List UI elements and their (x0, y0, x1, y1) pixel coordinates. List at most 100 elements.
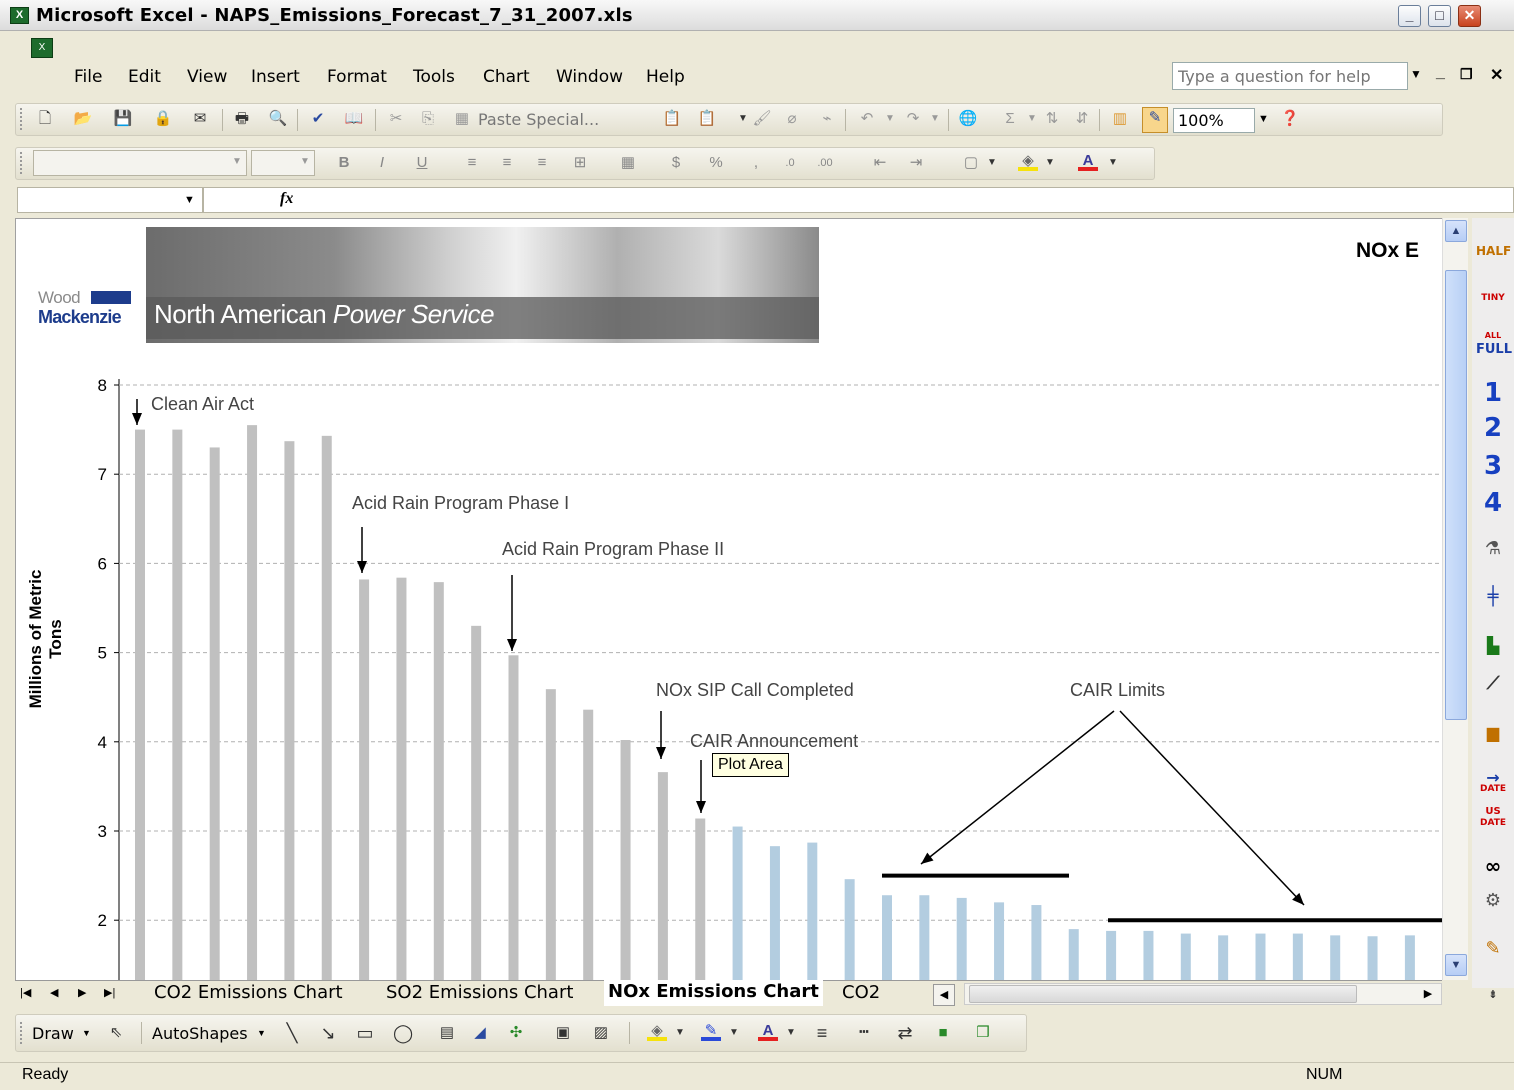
last-sheet-icon[interactable]: ▶| (104, 986, 115, 999)
tiny-button[interactable]: TINY (1476, 293, 1510, 303)
autosum-icon[interactable]: Σ (1000, 109, 1020, 129)
prev-sheet-icon[interactable]: ◀ (50, 986, 58, 999)
undo-icon[interactable]: ↶ (857, 109, 877, 129)
maximize-button[interactable]: □ (1428, 5, 1451, 27)
permission-icon[interactable]: 🔒 (153, 109, 173, 129)
workbook-restore-button[interactable]: ❐ (1460, 66, 1473, 83)
paste-special-icon[interactable]: ▦ (452, 109, 472, 129)
autoshapes-dropdown-icon[interactable]: ▼ (257, 1028, 266, 1038)
draw-menu-button[interactable]: Draw (32, 1024, 74, 1043)
rectangle-icon[interactable]: ▭ (355, 1023, 375, 1043)
select-objects-icon[interactable]: ⇖ (106, 1023, 126, 1043)
cut-icon[interactable]: ✂ (386, 109, 406, 129)
undo-dropdown-icon[interactable]: ▼ (880, 109, 900, 129)
copy-icon[interactable]: ⎘ (418, 109, 438, 129)
redo-dropdown-icon[interactable]: ▼ (925, 109, 945, 129)
line-style-icon[interactable]: ≡ (812, 1023, 832, 1043)
half-button[interactable]: HALF (1476, 244, 1511, 258)
arrow-style-icon[interactable]: ⇄ (895, 1023, 915, 1043)
toolbar-grip[interactable] (20, 108, 23, 130)
zoom-dropdown-icon[interactable]: ▼ (1258, 113, 1269, 125)
minimize-button[interactable]: _ (1398, 5, 1421, 27)
oval-icon[interactable]: ◯ (393, 1023, 413, 1043)
font-color-dropdown-icon[interactable]: ▼ (1103, 153, 1123, 173)
decrease-decimal-icon[interactable]: .00 (815, 153, 835, 173)
name-box-dropdown-icon[interactable]: ▼ (184, 194, 195, 206)
email-icon[interactable]: ✉ (190, 109, 210, 129)
fill-color-dropdown-icon[interactable]: ▼ (1040, 153, 1060, 173)
draw-fill-color-icon[interactable]: ◈ (647, 1021, 667, 1041)
menu-window[interactable]: Window (556, 67, 623, 87)
annotation-cair-limits[interactable]: CAIR Limits (1070, 680, 1165, 701)
view-1-button[interactable]: 1 (1476, 378, 1510, 408)
format-painter-icon[interactable]: 🖌 (752, 109, 772, 129)
column-chart-icon[interactable]: ▆ (1476, 723, 1510, 742)
font-name-select[interactable] (33, 150, 247, 176)
toolbar-grip[interactable] (20, 1022, 23, 1044)
menu-view[interactable]: View (187, 67, 227, 87)
horizontal-scroll-thumb[interactable] (969, 985, 1357, 1003)
save-icon[interactable]: 💾 (113, 109, 133, 129)
annotation-arp-phase1[interactable]: Acid Rain Program Phase I (352, 493, 569, 514)
dash-style-icon[interactable]: ┅ (854, 1023, 874, 1043)
menu-chart[interactable]: Chart (483, 67, 530, 87)
toolbar-grip[interactable] (20, 152, 23, 174)
horizontal-scrollbar[interactable]: ▶ (964, 983, 1442, 1005)
tab-co2-emissions-chart[interactable]: CO2 Emissions Chart (154, 981, 343, 1007)
open-icon[interactable]: 📂 (73, 109, 93, 129)
vertical-scrollbar[interactable]: ▲ ▼ (1442, 218, 1468, 980)
draw-font-color-icon[interactable]: A (758, 1021, 778, 1041)
gears-icon[interactable]: ⚙ (1476, 890, 1510, 911)
vertical-scroll-thumb[interactable] (1445, 270, 1467, 720)
merge-center-icon[interactable]: ⊞ (570, 153, 590, 173)
print-icon[interactable]: 🖶 (232, 109, 252, 129)
clear-icon[interactable]: ⌀ (782, 109, 802, 129)
line-icon[interactable]: ╲ (282, 1023, 302, 1043)
us-date-button[interactable]: DATE (1476, 818, 1510, 828)
fx-icon[interactable]: fx (280, 190, 293, 208)
first-sheet-icon[interactable]: |◀ (20, 986, 31, 999)
font-size-dropdown-icon[interactable]: ▼ (300, 156, 310, 167)
chart-wizard-icon[interactable]: ▥ (1110, 109, 1130, 129)
date-button[interactable]: DATE (1476, 784, 1510, 794)
help-search-input[interactable] (1172, 62, 1408, 90)
percent-icon[interactable]: % (706, 153, 726, 173)
link-icon[interactable]: ∞ (1476, 854, 1510, 878)
align-right-icon[interactable]: ≡ (532, 153, 552, 173)
workbook-minimize-button[interactable]: _ (1436, 64, 1445, 82)
zoom-input[interactable]: 100% (1173, 108, 1255, 133)
scroll-down-icon[interactable]: ▼ (1445, 954, 1467, 976)
annotation-cair-announcement[interactable]: CAIR Announcement (690, 731, 858, 752)
tab-nox-emissions-chart[interactable]: NOx Emissions Chart (604, 980, 823, 1006)
textbox-icon[interactable]: ▤ (437, 1023, 457, 1043)
italic-icon[interactable]: I (372, 153, 392, 173)
close-button[interactable]: ✕ (1458, 5, 1481, 27)
align-center-icon[interactable]: ≡ (497, 153, 517, 173)
align-left-icon[interactable]: ≡ (462, 153, 482, 173)
underline-icon[interactable]: U (412, 153, 432, 173)
sort-ascending-icon[interactable]: ⇅ (1042, 109, 1062, 129)
view-2-button[interactable]: 2 (1476, 413, 1510, 443)
view-3-button[interactable]: 3 (1476, 451, 1510, 481)
bold-icon[interactable]: B (334, 153, 354, 173)
bar-chart-icon[interactable]: ▙ (1476, 636, 1510, 655)
draw-dropdown-icon[interactable]: ▼ (82, 1028, 91, 1038)
paste-values-icon[interactable]: 📋 (662, 109, 682, 129)
chart-plot-area[interactable]: 2 3 4 5 6 7 8 (16, 219, 1442, 980)
research-icon[interactable]: 📖 (344, 109, 364, 129)
view-4-button[interactable]: 4 (1476, 488, 1510, 518)
clipart-icon[interactable]: ▣ (553, 1023, 573, 1043)
borders-icon[interactable]: ▢ (961, 153, 981, 173)
3d-icon[interactable]: ❒ (973, 1023, 993, 1043)
autosum-dropdown-icon[interactable]: ▼ (1022, 109, 1042, 129)
menu-file[interactable]: File (74, 67, 102, 87)
name-box[interactable] (17, 187, 203, 213)
menu-format[interactable]: Format (327, 67, 387, 87)
diagram-icon[interactable]: ✣ (506, 1023, 526, 1043)
line-color-dropdown-icon[interactable]: ▼ (724, 1023, 744, 1043)
paste-icon[interactable]: 📋 (697, 109, 717, 129)
full-button[interactable]: FULL (1476, 342, 1512, 357)
menu-edit[interactable]: Edit (128, 67, 161, 87)
borders-dropdown-icon[interactable]: ▼ (982, 153, 1002, 173)
annotation-clean-air-act[interactable]: Clean Air Act (151, 394, 254, 415)
